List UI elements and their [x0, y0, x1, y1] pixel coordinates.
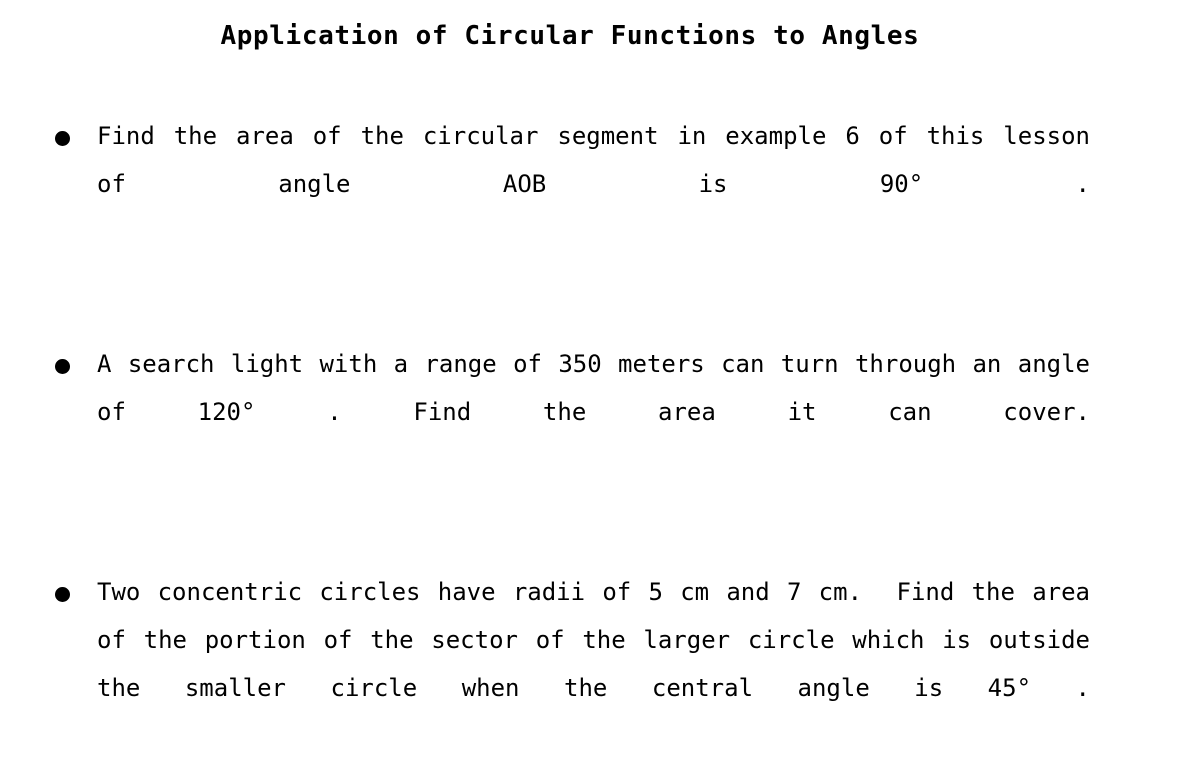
- list-item-text: Two concentric circles have radii of 5 c…: [97, 578, 1106, 702]
- bullet-point-icon: [55, 587, 70, 602]
- list-item-text: Find the area of the circular segment in…: [97, 122, 1106, 198]
- list-item: Two concentric circles have radii of 5 c…: [0, 568, 1200, 760]
- bullet-list: Find the area of the circular segment in…: [0, 112, 1200, 760]
- bullet-point-icon: [55, 359, 70, 374]
- list-item-text: A search light with a range of 350 meter…: [97, 350, 1106, 426]
- page-title: Application of Circular Functions to Ang…: [220, 21, 920, 52]
- list-item: Find the area of the circular segment in…: [0, 112, 1200, 256]
- title-container: Application of Circular Functions to Ang…: [0, 0, 1140, 71]
- bullet-point-icon: [55, 131, 70, 146]
- list-item: A search light with a range of 350 meter…: [0, 340, 1200, 484]
- slide: Application of Circular Functions to Ang…: [0, 0, 1200, 702]
